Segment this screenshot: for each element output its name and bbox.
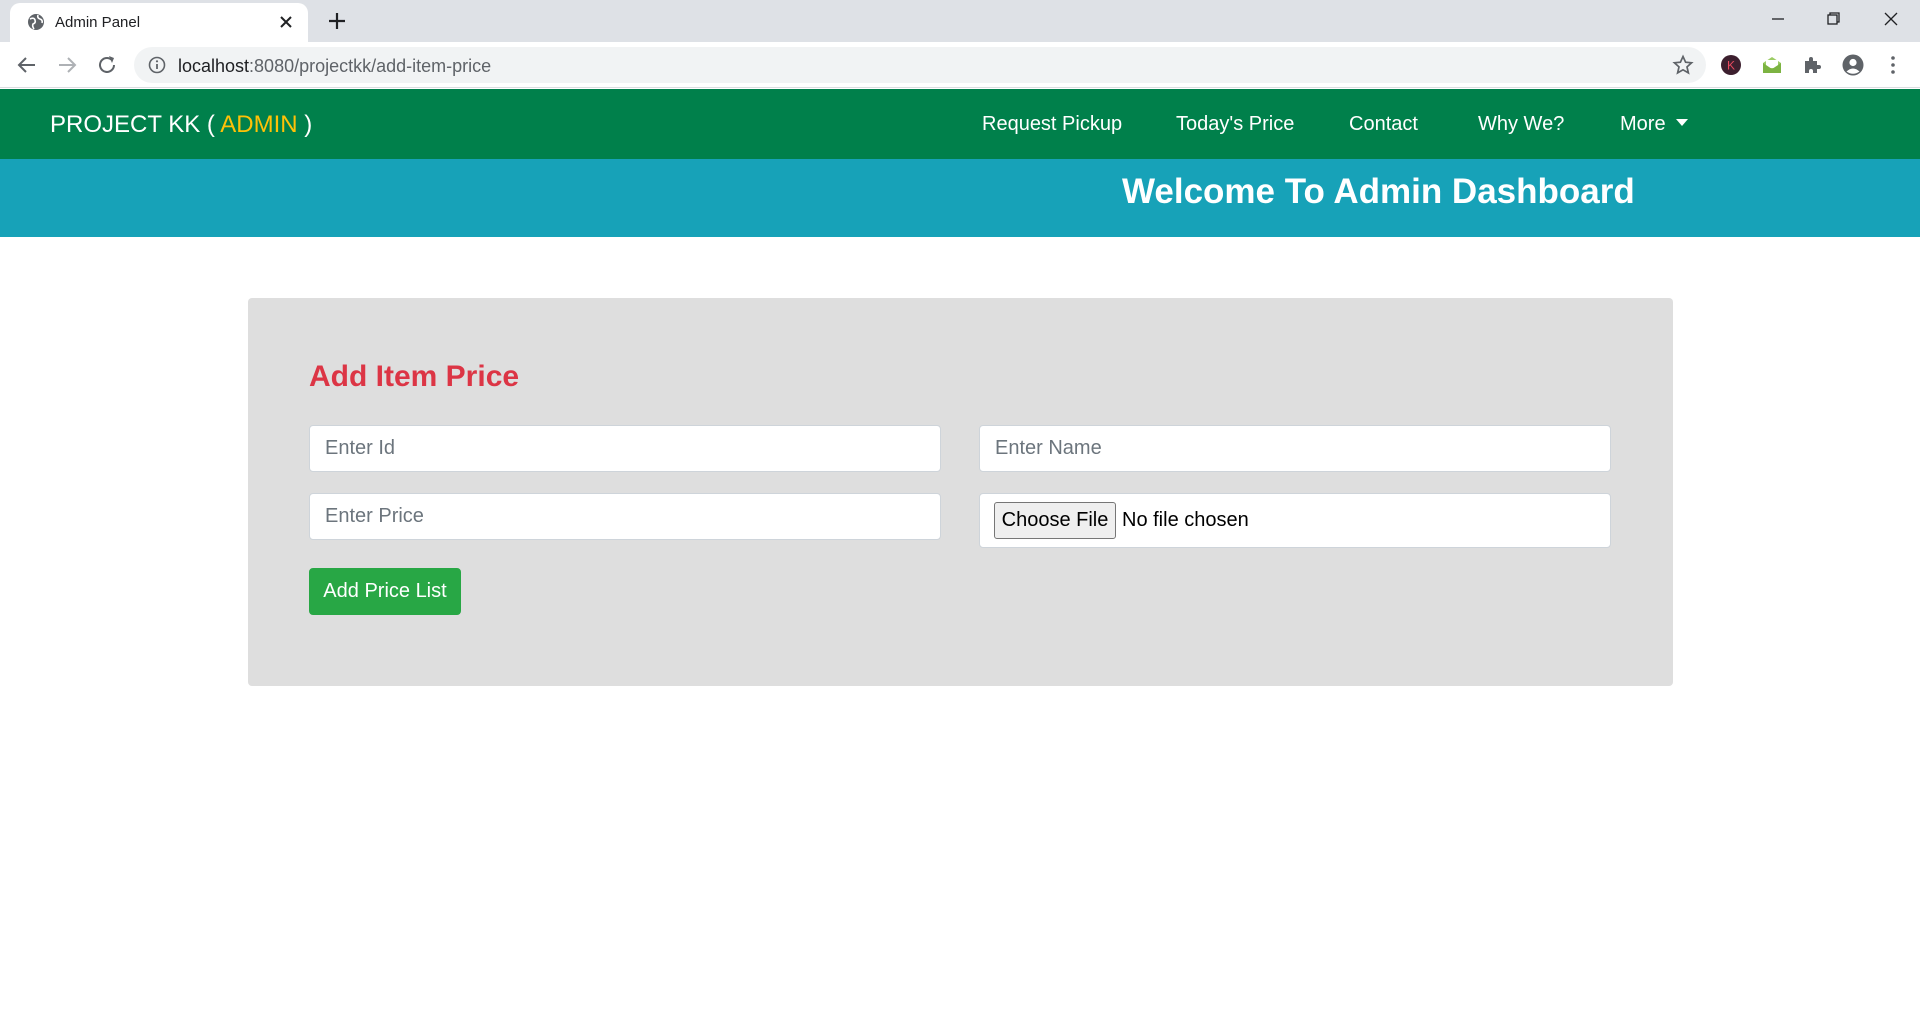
back-arrow-icon[interactable] xyxy=(15,53,39,77)
image-file-input[interactable]: Choose File No file chosen xyxy=(979,493,1611,548)
browser-tabstrip: Admin Panel xyxy=(0,0,1920,42)
caret-down-icon xyxy=(1675,119,1688,126)
choose-file-button[interactable]: Choose File xyxy=(994,502,1116,539)
nav-more-label: More xyxy=(1620,113,1666,135)
new-tab-icon[interactable] xyxy=(326,10,348,32)
kebab-menu-icon[interactable] xyxy=(1881,53,1905,77)
item-id-input[interactable] xyxy=(309,425,941,472)
reload-icon[interactable] xyxy=(95,53,119,77)
welcome-banner: Welcome To Admin Dashboard xyxy=(0,159,1920,237)
account-icon[interactable] xyxy=(1841,53,1865,77)
forward-arrow-icon[interactable] xyxy=(55,53,79,77)
nav-contact[interactable]: Contact xyxy=(1349,113,1418,136)
profile-extension-icon[interactable]: K xyxy=(1719,53,1743,77)
nav-request-pickup[interactable]: Request Pickup xyxy=(982,113,1122,136)
url-host: localhost xyxy=(178,56,250,76)
brand-prefix: PROJECT KK ( xyxy=(50,111,221,138)
brand-suffix: ) xyxy=(297,111,313,138)
bookmark-star-icon[interactable] xyxy=(1672,54,1694,76)
puzzle-extensions-icon[interactable] xyxy=(1801,53,1825,77)
minimize-icon[interactable] xyxy=(1763,6,1793,32)
add-item-price-card: Add Item Price Choose File No file chose… xyxy=(248,298,1673,686)
brand-logo[interactable]: PROJECT KK ( ADMIN ) xyxy=(50,111,312,139)
address-bar[interactable]: localhost:8080/projectkk/add-item-price xyxy=(134,47,1706,83)
brand-accent: ADMIN xyxy=(220,111,298,138)
form-title: Add Item Price xyxy=(309,360,520,393)
welcome-title: Welcome To Admin Dashboard xyxy=(1122,172,1635,211)
browser-tab[interactable]: Admin Panel xyxy=(10,3,308,42)
globe-icon xyxy=(28,14,44,30)
address-url[interactable]: localhost:8080/projectkk/add-item-price xyxy=(178,56,491,77)
url-path: :8080/projectkk/add-item-price xyxy=(249,56,492,76)
close-tab-icon[interactable] xyxy=(276,12,296,32)
restore-icon[interactable] xyxy=(1818,6,1848,32)
browser-toolbar: localhost:8080/projectkk/add-item-price … xyxy=(0,42,1920,88)
add-price-list-button[interactable]: Add Price List xyxy=(309,568,461,615)
nav-more-dropdown[interactable]: More xyxy=(1620,113,1688,136)
nav-why-we[interactable]: Why We? xyxy=(1478,113,1564,136)
window-close-icon[interactable] xyxy=(1876,6,1906,32)
nav-todays-price[interactable]: Today's Price xyxy=(1176,113,1294,136)
site-navbar: PROJECT KK ( ADMIN ) Request Pickup Toda… xyxy=(0,89,1920,159)
tab-title: Admin Panel xyxy=(55,14,141,31)
info-icon[interactable] xyxy=(148,56,166,74)
item-price-input[interactable] xyxy=(309,493,941,540)
profile-extension-letter: K xyxy=(1727,59,1735,73)
item-name-input[interactable] xyxy=(979,425,1611,472)
file-status-text: No file chosen xyxy=(1122,509,1249,531)
mail-extension-icon[interactable] xyxy=(1760,53,1784,77)
